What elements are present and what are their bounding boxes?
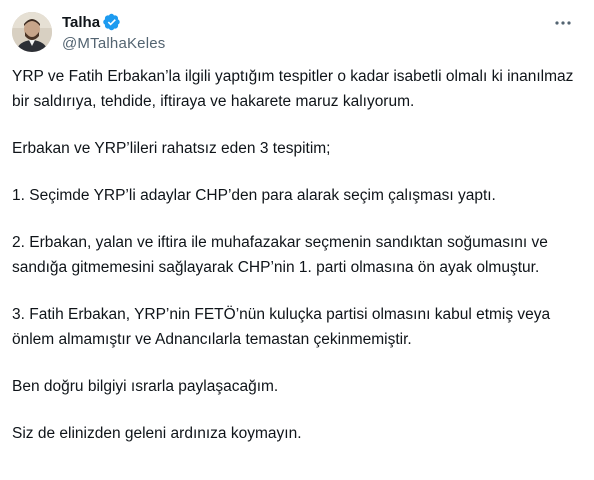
name-row: Talha [62, 12, 166, 32]
more-horizontal-icon [555, 21, 571, 25]
tweet-paragraph: 1. Seçimde YRP’li adaylar CHP’den para a… [12, 187, 496, 204]
tweet-header: Talha @MTalhaKeles [12, 10, 582, 56]
tweet-paragraph: 2. Erbakan, yalan ve iftira ile muhafaza… [12, 234, 548, 276]
tweet-card: Talha @MTalhaKeles YRP ve Fatih Erbakan’… [0, 0, 594, 480]
author-info: Talha @MTalhaKeles [62, 12, 166, 53]
verified-badge-icon [103, 13, 121, 31]
tweet-text: YRP ve Fatih Erbakan’la ilgili yaptığım … [12, 64, 582, 446]
tweet-paragraph: Siz de elinizden geleni ardınıza koymayı… [12, 425, 302, 442]
display-name[interactable]: Talha [62, 14, 100, 31]
author-handle[interactable]: @MTalhaKeles [62, 35, 166, 52]
tweet-paragraph: 3. Fatih Erbakan, YRP’nin FETÖ’nün kuluç… [12, 306, 551, 348]
tweet-paragraph: Ben doğru bilgiyi ısrarla paylaşacağım. [12, 378, 279, 395]
more-options-button[interactable] [550, 10, 576, 36]
tweet-paragraph: YRP ve Fatih Erbakan’la ilgili yaptığım … [12, 68, 574, 110]
tweet-paragraph: Erbakan ve YRP’lileri rahatsız eden 3 te… [12, 140, 331, 157]
avatar[interactable] [12, 12, 52, 52]
avatar-image [12, 12, 52, 52]
